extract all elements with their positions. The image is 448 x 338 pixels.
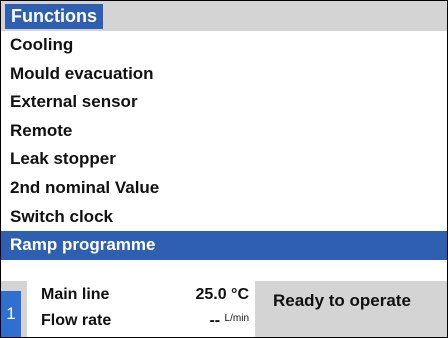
device-screen: Functions Cooling Mould evacuation Exter… (0, 0, 448, 338)
status-bar: 1 Main line 25.0 °C Flow rate -- L/min R… (1, 281, 447, 337)
channel-badge: 1 (1, 291, 21, 337)
flow-rate-value: -- L/min (209, 312, 249, 329)
menu-item-ramp-programme[interactable]: Ramp programme (1, 231, 447, 260)
menu-item-label: Cooling (10, 35, 74, 54)
flow-rate-label: Flow rate (41, 312, 112, 329)
menu-item-remote[interactable]: Remote (1, 117, 447, 146)
flow-unit: L/min (224, 313, 249, 324)
menu-item-label: External sensor (10, 92, 138, 112)
menu-item-label: Leak stopper (10, 149, 116, 169)
menu-item-2nd-nominal-value[interactable]: 2nd nominal Value (1, 174, 447, 203)
menu-item-mould-evacuation[interactable]: Mould evacuation (1, 60, 447, 89)
menu-item-label: 2nd nominal Value (10, 177, 160, 197)
page-title: Functions (5, 4, 103, 29)
menu-item-switch-clock[interactable]: Switch clock (1, 203, 447, 232)
menu-item-label: Switch clock (10, 206, 113, 226)
main-line-label: Main line (41, 286, 110, 303)
menu-item-cooling[interactable]: Cooling (1, 31, 447, 60)
status-message: Ready to operate (273, 291, 411, 310)
menu-item-leak-stopper[interactable]: Leak stopper (1, 145, 447, 174)
menu-item-label: Ramp programme (10, 235, 156, 255)
menu-item-external-sensor[interactable]: External sensor (1, 88, 447, 117)
menu-item-label: Mould evacuation (10, 63, 154, 83)
functions-menu: Cooling Mould evacuation External sensor… (1, 31, 447, 260)
menu-item-label: Remote (10, 120, 73, 140)
title-bar: Functions (1, 1, 447, 31)
main-line-value: 25.0 °C (195, 286, 249, 303)
readings-panel: Main line 25.0 °C Flow rate -- L/min (27, 281, 255, 337)
